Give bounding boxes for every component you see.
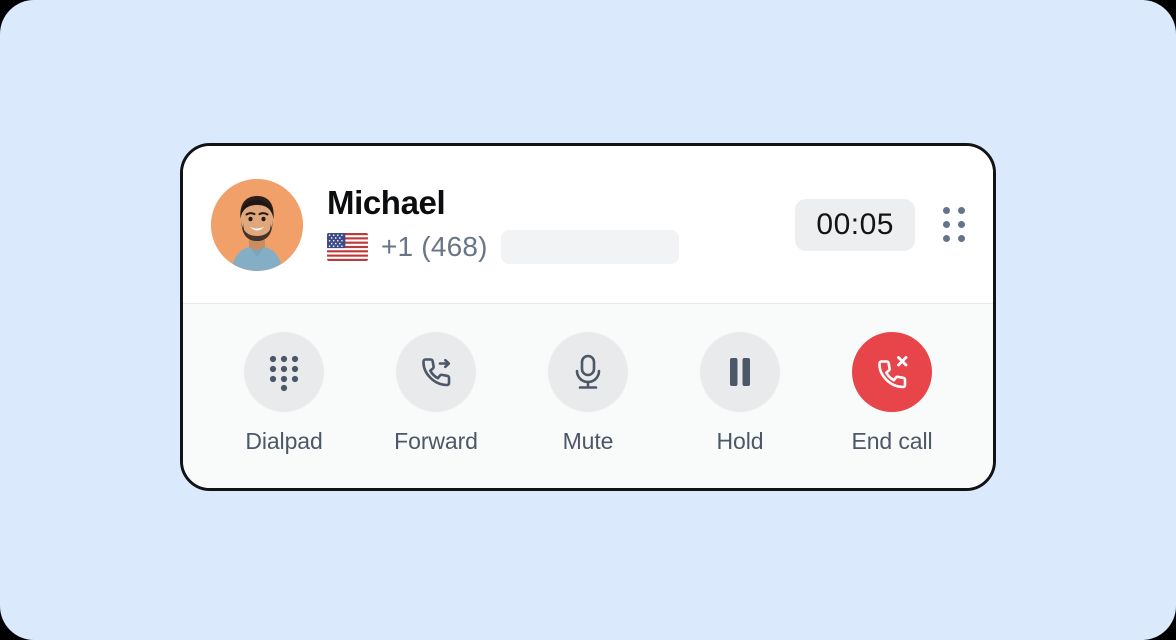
action-hold[interactable]: Hold [700, 331, 780, 455]
pause-icon [730, 357, 750, 386]
dialpad-icon [269, 355, 299, 391]
end-call-button[interactable] [852, 331, 932, 412]
header-right: 00:05 [795, 198, 967, 251]
caller-phone-redacted [500, 229, 679, 264]
call-end-icon [878, 355, 908, 388]
us-flag-icon [327, 232, 368, 261]
action-mute[interactable]: Mute [548, 331, 628, 455]
caller-name: Michael [327, 184, 446, 222]
mute-button[interactable] [548, 331, 628, 412]
action-forward[interactable]: Forward [394, 331, 478, 455]
action-label-end-call: End call [851, 427, 933, 454]
caller-phone-prefix: +1 (468) [381, 230, 488, 262]
avatar [211, 178, 303, 271]
call-forward-icon [422, 357, 451, 386]
caller-number-row: +1 (468) [327, 229, 783, 264]
caller-info: Michael +1 (468) [327, 184, 783, 264]
call-actions-bar: Dialpad Forward Mute Hold End call [183, 304, 993, 488]
microphone-icon [575, 354, 601, 389]
action-label-hold: Hold [716, 427, 764, 454]
call-header: Michael +1 (468) 00:05 [183, 146, 993, 304]
forward-button[interactable] [396, 331, 476, 412]
call-duration-timer: 00:05 [795, 198, 915, 251]
dialpad-button[interactable] [244, 331, 324, 412]
action-label-dialpad: Dialpad [245, 427, 323, 454]
action-dialpad[interactable]: Dialpad [244, 331, 324, 455]
action-label-mute: Mute [562, 427, 614, 454]
page-background: Michael +1 (468) 00:05 Dialpad Forward M… [0, 0, 1176, 640]
action-label-forward: Forward [394, 427, 478, 454]
hold-button[interactable] [700, 331, 780, 412]
active-call-card: Michael +1 (468) 00:05 Dialpad Forward M… [180, 143, 996, 491]
drag-handle-dots-icon[interactable] [941, 207, 967, 242]
action-end-call[interactable]: End call [851, 331, 933, 455]
